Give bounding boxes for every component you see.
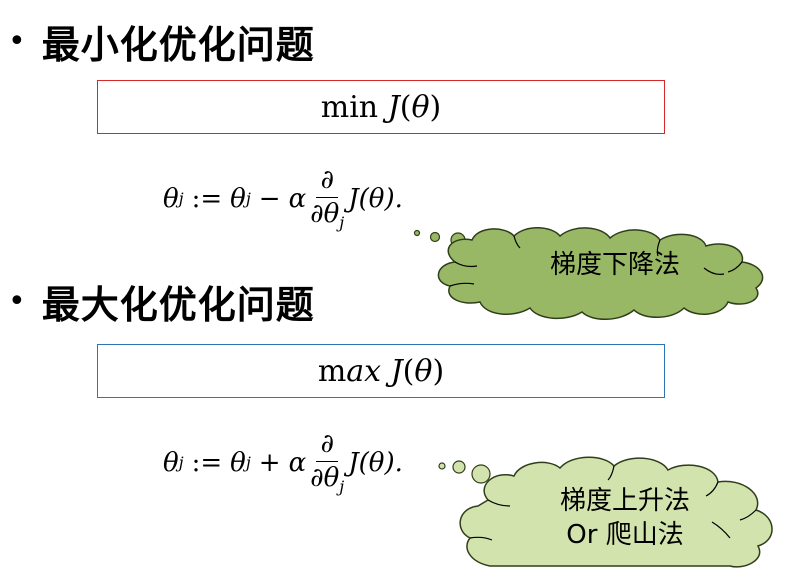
cloud2-label: 梯度上升法 Or 爬山法 bbox=[490, 484, 760, 552]
cloud2-line2: Or 爬山法 bbox=[566, 520, 684, 550]
cloud2-trail-dot-small bbox=[438, 462, 446, 470]
cloud2-trail-dot-large bbox=[471, 464, 491, 484]
cloud1-label: 梯度下降法 bbox=[549, 250, 680, 280]
cloud1-trail-dot-small bbox=[413, 229, 421, 237]
cloud2-trail-dot-mid bbox=[452, 460, 466, 474]
cloud2-line1: 梯度上升法 bbox=[559, 486, 690, 516]
cloud1-trail-dot-mid bbox=[429, 231, 441, 243]
